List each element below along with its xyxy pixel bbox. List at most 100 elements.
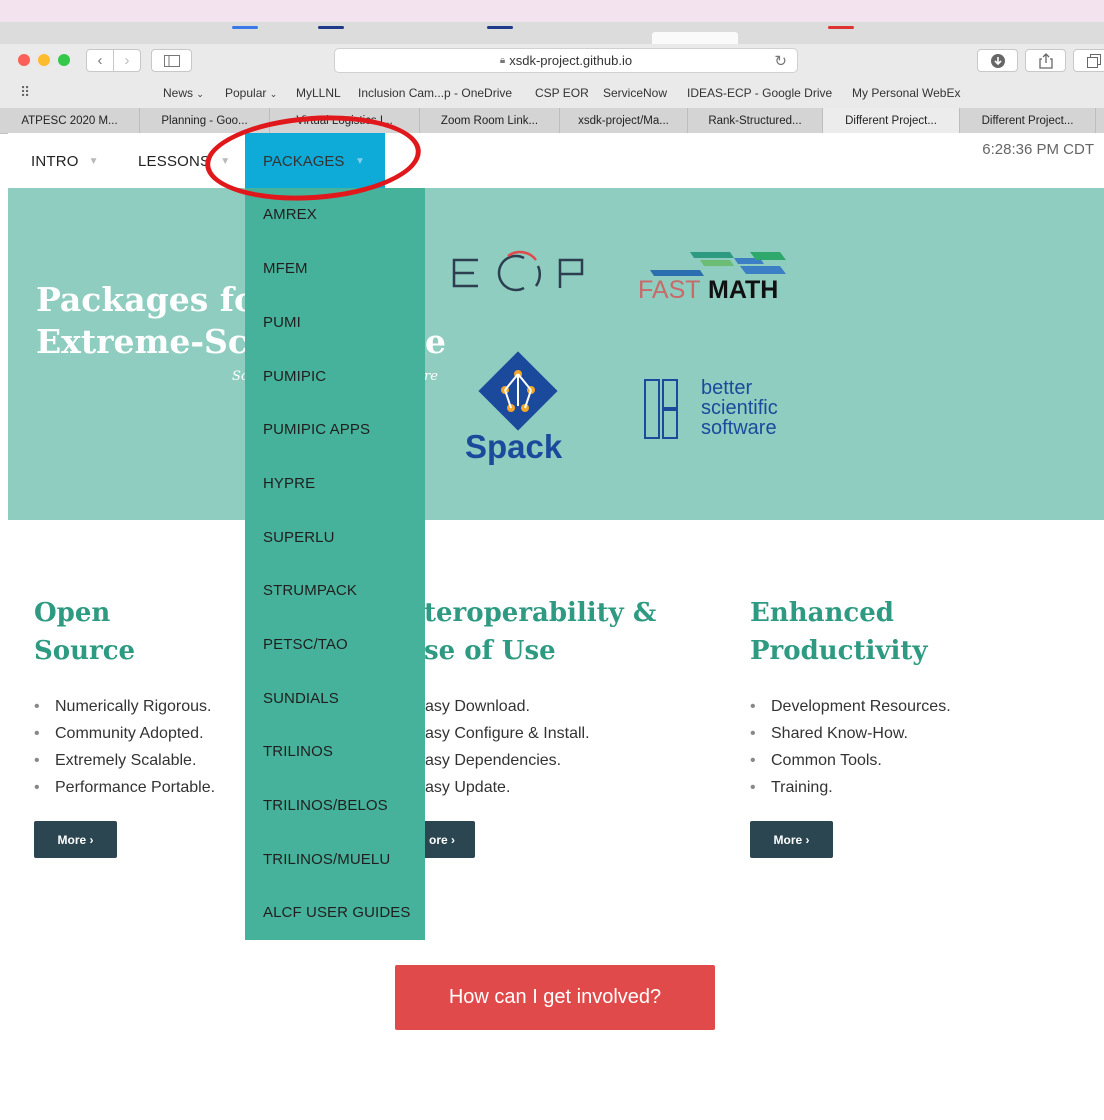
zoom-window-button[interactable] bbox=[58, 54, 70, 66]
chevron-down-icon: ⌄ bbox=[269, 89, 278, 99]
column-enhanced-productivity: Enhanced Productivity Development Resour… bbox=[750, 594, 1070, 864]
menu-item-petsc-tao[interactable]: PETSC/TAO bbox=[263, 636, 348, 653]
downloads-button[interactable] bbox=[977, 49, 1018, 72]
column-interoperability: teroperability & se of Use asy Download.… bbox=[400, 594, 700, 864]
chevron-down-icon: ⌄ bbox=[196, 89, 204, 99]
chevron-right-icon: › bbox=[124, 52, 130, 69]
download-icon bbox=[990, 53, 1005, 68]
sidebar-toggle-button[interactable] bbox=[151, 49, 192, 72]
tab-bar: ATPESC 2020 M... Planning - Goo... Virtu… bbox=[0, 108, 1104, 134]
share-icon bbox=[1038, 52, 1053, 69]
list-item: Community Adopted. bbox=[34, 720, 215, 747]
share-button[interactable] bbox=[1025, 49, 1066, 72]
bookmark-ideas-ecp[interactable]: IDEAS-ECP - Google Drive bbox=[687, 86, 832, 100]
bookmark-label: News bbox=[163, 86, 194, 100]
hero-title-line2: Extreme-Sc bbox=[36, 322, 248, 361]
nav-intro[interactable]: INTRO ▼ bbox=[31, 153, 99, 170]
menu-item-amrex[interactable]: AMREX bbox=[263, 206, 317, 223]
menu-item-trilinos[interactable]: TRILINOS bbox=[263, 743, 333, 760]
caret-down-icon: ▼ bbox=[88, 156, 99, 167]
site-nav: INTRO ▼ LESSONS ▼ PACKAGES ▼ 6:28:36 PM CD… bbox=[8, 133, 1104, 188]
tabs-overview-button[interactable] bbox=[1073, 49, 1104, 72]
forward-button[interactable]: › bbox=[113, 49, 141, 72]
menu-item-hypre[interactable]: HYPRE bbox=[263, 475, 315, 492]
list-item: Numerically Rigorous. bbox=[34, 693, 215, 720]
bookmark-inclusion[interactable]: Inclusion Cam...p - OneDrive bbox=[358, 86, 512, 100]
hidden-tab-strip bbox=[0, 22, 1104, 45]
bookmarks-bar: ⠿ News ⌄ Popular ⌄ MyLLNL Inclusion Cam.… bbox=[0, 78, 1104, 109]
close-window-button[interactable] bbox=[18, 54, 30, 66]
bookmark-news[interactable]: News ⌄ bbox=[163, 86, 204, 100]
menu-item-pumi[interactable]: PUMI bbox=[263, 314, 301, 331]
menu-item-strumpack[interactable]: STRUMPACK bbox=[263, 582, 357, 599]
column-title-line2: Productivity bbox=[750, 636, 928, 666]
bullet-list: Numerically Rigorous. Community Adopted.… bbox=[34, 693, 215, 801]
menu-item-sundials[interactable]: SUNDIALS bbox=[263, 690, 339, 707]
bookmark-myllnl[interactable]: MyLLNL bbox=[296, 86, 341, 100]
list-item: Development Resources. bbox=[750, 693, 951, 720]
bookmark-webex[interactable]: My Personal WebEx bbox=[852, 86, 961, 100]
ecp-logo-graphic bbox=[452, 250, 584, 292]
bookmark-popular[interactable]: Popular ⌄ bbox=[225, 86, 277, 100]
menu-item-trilinos-belos[interactable]: TRILINOS/BELOS bbox=[263, 797, 388, 814]
hero-title-tail: e bbox=[425, 322, 446, 361]
column-title-line2: Source bbox=[34, 636, 136, 666]
column-title-line2: se of Use bbox=[424, 636, 556, 666]
hero-title-line1: Packages fo bbox=[36, 280, 256, 319]
tab-favicon bbox=[318, 26, 344, 29]
tab-favicon bbox=[232, 26, 258, 29]
menu-item-superlu[interactable]: SUPERLU bbox=[263, 529, 335, 546]
bookmark-servicenow[interactable]: ServiceNow bbox=[603, 86, 667, 100]
grid-icon[interactable]: ⠿ bbox=[20, 84, 30, 101]
bss-text-scientific: scientific bbox=[701, 397, 778, 419]
tab-different-project[interactable]: Different Project... bbox=[960, 108, 1096, 133]
chevron-left-icon: ‹ bbox=[97, 52, 103, 69]
menu-item-pumipic[interactable]: PUMIPIC bbox=[263, 368, 326, 385]
list-item: Shared Know-How. bbox=[750, 720, 951, 747]
spack-diamond-icon bbox=[478, 351, 558, 431]
ecp-logo bbox=[446, 246, 596, 296]
reload-icon[interactable]: ↻ bbox=[774, 52, 787, 70]
tab-atpesc[interactable]: ATPESC 2020 M... bbox=[0, 108, 140, 133]
list-item: asy Dependencies. bbox=[404, 747, 590, 774]
menu-item-mfem[interactable]: MFEM bbox=[263, 260, 308, 277]
tabs-icon bbox=[1086, 53, 1101, 68]
list-item: Extremely Scalable. bbox=[34, 747, 215, 774]
tab-rank-structured[interactable]: Rank-Structured... bbox=[688, 108, 823, 133]
tab-favicon bbox=[487, 26, 513, 29]
address-bar[interactable]: 🔒︎ xsdk-project.github.io ↻ bbox=[334, 48, 798, 73]
tab-xsdk-project[interactable]: xsdk-project/Ma... bbox=[560, 108, 688, 133]
tab-zoom-room[interactable]: Zoom Room Link... bbox=[420, 108, 560, 133]
minimize-window-button[interactable] bbox=[38, 54, 50, 66]
more-button[interactable]: More › bbox=[750, 821, 833, 858]
list-item: asy Update. bbox=[404, 774, 590, 801]
menu-item-alcf-user-guides[interactable]: ALCF USER GUIDES bbox=[263, 904, 410, 921]
column-title-line1: Enhanced bbox=[750, 598, 894, 628]
column-open-source: Open Source Numerically Rigorous. Commun… bbox=[34, 594, 274, 864]
fastmath-math-text: MATH bbox=[708, 276, 779, 304]
bookmark-label: Popular bbox=[225, 86, 267, 100]
os-menu-strip bbox=[0, 0, 1104, 22]
bullet-list: Development Resources. Shared Know-How. … bbox=[750, 693, 951, 801]
tab-active-slot bbox=[652, 32, 738, 44]
menu-item-pumipic-apps[interactable]: PUMIPIC APPS bbox=[263, 421, 370, 438]
get-involved-button[interactable]: How can I get involved? bbox=[395, 965, 715, 1030]
spack-logo: Spack bbox=[463, 348, 578, 468]
list-item: Training. bbox=[750, 774, 951, 801]
bookmark-csp-eor[interactable]: CSP EOR bbox=[535, 86, 589, 100]
list-item: Performance Portable. bbox=[34, 774, 215, 801]
bss-logo: better scientific software bbox=[643, 376, 818, 441]
tab-different-project-active[interactable]: Different Project... bbox=[823, 108, 960, 133]
bullet-list: asy Download. asy Configure & Install. a… bbox=[404, 693, 590, 801]
list-item: asy Configure & Install. bbox=[404, 720, 590, 747]
nav-intro-label: INTRO bbox=[31, 153, 79, 170]
lock-icon: 🔒︎ bbox=[499, 55, 506, 66]
hero-banner: Packages fo Extreme-Sc e Sc re FAST MATH bbox=[8, 188, 1104, 520]
packages-dropdown-menu: AMREX MFEM PUMI PUMIPIC PUMIPIC APPS HYP… bbox=[245, 188, 425, 940]
back-button[interactable]: ‹ bbox=[86, 49, 114, 72]
tab-favicon bbox=[828, 26, 854, 29]
sidebar-icon bbox=[163, 54, 180, 67]
url-text: xsdk-project.github.io bbox=[509, 53, 633, 68]
more-button[interactable]: More › bbox=[34, 821, 117, 858]
menu-item-trilinos-muelu[interactable]: TRILINOS/MUELU bbox=[263, 851, 390, 868]
